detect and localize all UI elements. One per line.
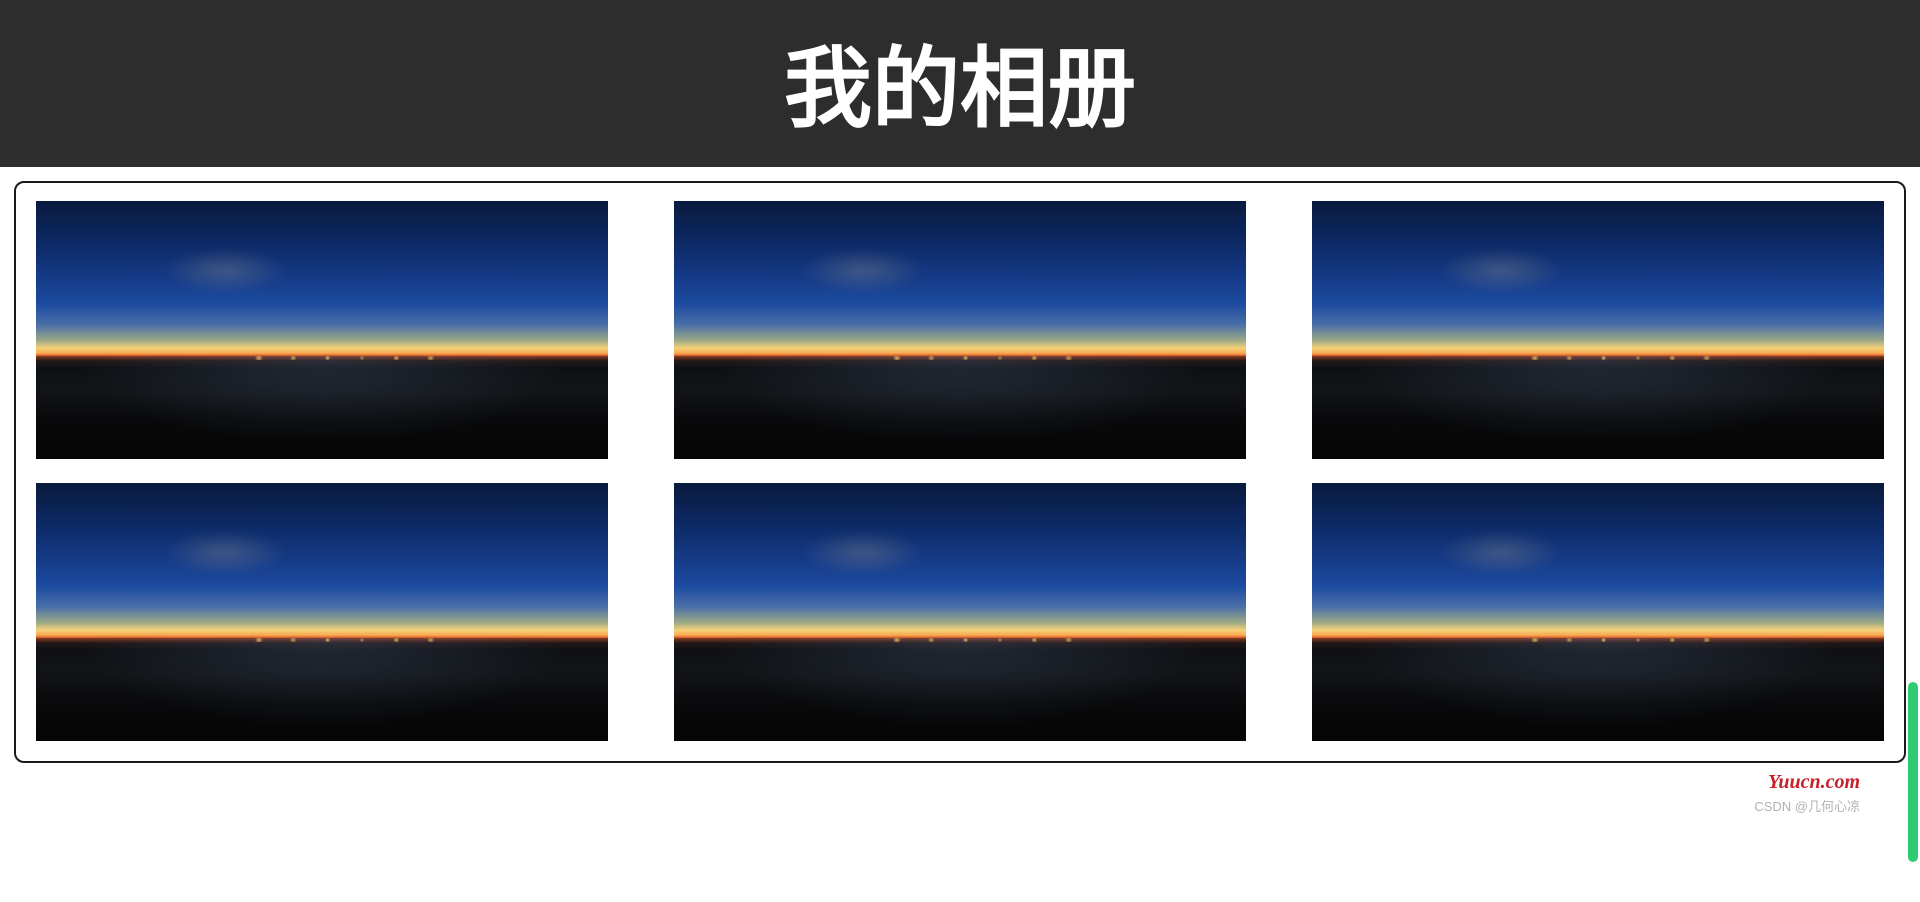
gallery-item[interactable] [36,201,608,459]
page-footer: Yuucn.com CSDN @几何心凉 [0,771,1920,815]
watermark-sub: CSDN @几何心凉 [0,796,1860,815]
image-detail [874,638,1103,642]
image-detail [236,356,465,360]
image-detail [1512,356,1741,360]
image-detail [1512,638,1741,642]
gallery-item[interactable] [674,201,1246,459]
page-title: 我的相册 [0,18,1920,145]
page-header: 我的相册 [0,0,1920,167]
image-detail [874,356,1103,360]
gallery-item[interactable] [36,483,608,741]
gallery-item[interactable] [1312,483,1884,741]
gallery-item[interactable] [1312,201,1884,459]
gallery-grid [36,201,1884,741]
gallery-container [14,181,1906,763]
image-detail [236,638,465,642]
gallery-item[interactable] [674,483,1246,741]
watermark-main: Yuucn.com [0,771,1860,794]
scrollbar-thumb[interactable] [1908,682,1918,862]
